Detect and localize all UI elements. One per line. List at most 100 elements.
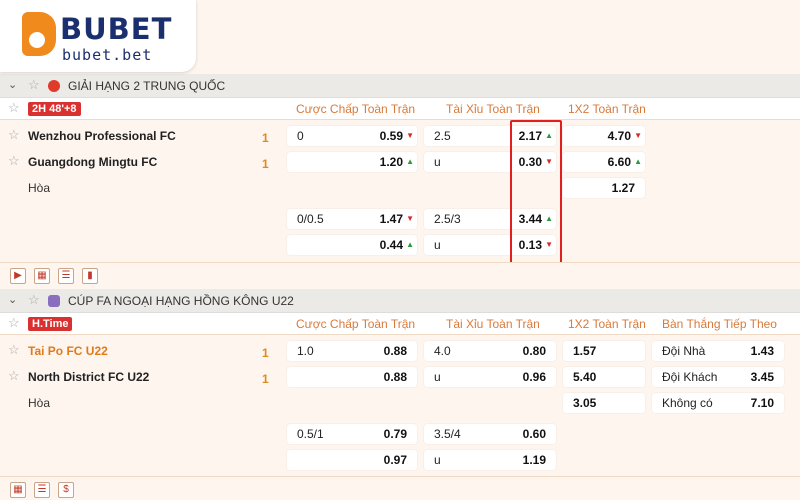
odds-value: 5.40 <box>573 370 597 384</box>
over-under-odds-cell[interactable]: u 1.19 <box>424 450 556 470</box>
brand-domain: bubet.bet <box>62 46 153 64</box>
home-team-name: Wenzhou Professional FC <box>28 129 176 143</box>
x12-odds-cell[interactable]: 5.40 <box>563 367 645 387</box>
over-under-odds-cell[interactable]: 4.0 0.80 <box>424 341 556 361</box>
away-team-name: North District FC U22 <box>28 370 150 384</box>
match-tools-bar: ▶ ▦ ☰ ▮ <box>0 262 800 288</box>
x12-odds-cell[interactable]: 6.60 ▲ <box>563 152 645 172</box>
total-line: 2.5 <box>434 129 451 143</box>
odds-value: 0.79 <box>383 427 407 441</box>
arrow-down-icon: ▼ <box>406 131 414 140</box>
handicap-odds-cell[interactable]: 0.88 <box>287 367 417 387</box>
odds-value: 0.88 <box>383 344 407 358</box>
star-icon[interactable]: ☆ <box>8 100 20 116</box>
star-icon[interactable]: ☆ <box>8 315 20 331</box>
star-icon[interactable]: ☆ <box>28 77 40 93</box>
star-icon[interactable]: ☆ <box>8 342 20 358</box>
away-score: 1 <box>262 372 269 386</box>
total-line: u <box>434 155 441 169</box>
odds-value: 1.19 <box>522 453 546 467</box>
league-header[interactable]: ⌄ ☆ CÚP FA NGOẠI HẠNG HỒNG KÔNG U22 <box>0 289 800 313</box>
handicap-odds-cell[interactable]: 0.97 <box>287 450 417 470</box>
next-goal-odds-cell[interactable]: Đội Nhà 1.43 <box>652 341 784 361</box>
odds-value: 0.96 <box>522 370 546 384</box>
handicap-odds-cell[interactable]: 0.5/1 0.79 <box>287 424 417 444</box>
odds-value: 7.10 <box>750 396 774 410</box>
total-line: 2.5/3 <box>434 212 461 226</box>
odds-value: 0.60 <box>522 427 546 441</box>
star-icon[interactable]: ☆ <box>8 368 20 384</box>
star-icon[interactable]: ☆ <box>28 292 40 308</box>
field-tracker-icon[interactable]: ▦ <box>34 268 50 284</box>
next-goal-odds-cell[interactable]: Không có 7.10 <box>652 393 784 413</box>
league-crest-icon <box>48 295 60 307</box>
draw-label: Hòa <box>28 181 51 195</box>
x12-odds-cell[interactable]: 4.70 ▼ <box>563 126 645 146</box>
col-header-handicap: Cược Chấp Toàn Trận <box>296 317 416 331</box>
odds-value: 0.80 <box>522 344 546 358</box>
handicap-odds-cell[interactable]: 0/0.5 1.47 ▼ <box>287 209 417 229</box>
live-stream-icon[interactable]: ▶ <box>10 268 26 284</box>
x12-odds-cell[interactable]: 1.27 <box>563 178 645 198</box>
next-goal-odds-cell[interactable]: Đội Khách 3.45 <box>652 367 784 387</box>
market-header-row: ☆ H.Time Cược Chấp Toàn Trận Tài Xỉu Toà… <box>0 313 800 335</box>
col-header-handicap: Cược Chấp Toàn Trận <box>296 102 416 116</box>
home-score: 1 <box>262 131 269 145</box>
lineup-icon[interactable]: ☰ <box>34 482 50 498</box>
x12-odds-cell[interactable]: 1.57 <box>563 341 645 361</box>
odds-value: 0.44 <box>379 238 403 252</box>
match-tools-bar: ▦ ☰ $ <box>0 476 800 500</box>
cashout-icon[interactable]: $ <box>58 482 74 498</box>
star-icon[interactable]: ☆ <box>8 127 20 143</box>
brand-name: BUBET <box>60 12 173 46</box>
draw-label: Hòa <box>28 396 51 410</box>
stats-chart-icon[interactable]: ▮ <box>82 268 98 284</box>
handicap-line: 0/0.5 <box>297 212 324 226</box>
odds-value: 1.20 <box>379 155 403 169</box>
next-goal-option: Đội Khách <box>662 370 718 384</box>
odds-value: 6.60 <box>607 155 631 169</box>
odds-value: 1.47 <box>379 212 403 226</box>
col-header-over-under: Tài Xỉu Toàn Trận <box>446 317 540 331</box>
highlight-box <box>510 120 562 279</box>
league-name: CÚP FA NGOẠI HẠNG HỒNG KÔNG U22 <box>68 294 294 308</box>
handicap-odds-cell[interactable]: 1.20 ▲ <box>287 152 417 172</box>
col-header-1x2: 1X2 Toàn Trận <box>568 102 646 116</box>
odds-value: 3.45 <box>750 370 774 384</box>
odds-value: 0.88 <box>383 370 407 384</box>
odds-value: 0.59 <box>379 129 403 143</box>
col-header-next-goal: Bàn Thắng Tiếp Theo <box>662 317 777 331</box>
arrow-up-icon: ▲ <box>634 157 642 166</box>
over-under-odds-cell[interactable]: u 0.96 <box>424 367 556 387</box>
odds-value: 3.05 <box>573 396 597 410</box>
chevron-down-icon[interactable]: ⌄ <box>8 78 17 91</box>
x12-odds-cell[interactable]: 3.05 <box>563 393 645 413</box>
lineup-icon[interactable]: ☰ <box>58 268 74 284</box>
live-status-badge: 2H 48'+8 <box>28 102 81 116</box>
league-flag-icon <box>48 80 60 92</box>
odds-value: 1.27 <box>611 181 635 195</box>
handicap-odds-cell[interactable]: 0.44 ▲ <box>287 235 417 255</box>
col-header-1x2: 1X2 Toàn Trận <box>568 317 646 331</box>
chevron-down-icon[interactable]: ⌄ <box>8 293 17 306</box>
away-score: 1 <box>262 157 269 171</box>
handicap-odds-cell[interactable]: 0 0.59 ▼ <box>287 126 417 146</box>
live-status-badge: H.Time <box>28 317 73 331</box>
league-header[interactable]: ⌄ ☆ GIẢI HẠNG 2 TRUNG QUỐC <box>0 74 800 98</box>
field-tracker-icon[interactable]: ▦ <box>10 482 26 498</box>
next-goal-option: Đội Nhà <box>662 344 706 358</box>
away-team-name: Guangdong Mingtu FC <box>28 155 158 169</box>
handicap-odds-cell[interactable]: 1.0 0.88 <box>287 341 417 361</box>
next-goal-option: Không có <box>662 396 713 410</box>
total-line: u <box>434 238 441 252</box>
total-line: u <box>434 453 441 467</box>
odds-value: 1.43 <box>750 344 774 358</box>
total-line: u <box>434 370 441 384</box>
star-icon[interactable]: ☆ <box>8 153 20 169</box>
home-score: 1 <box>262 346 269 360</box>
soccer-ball-icon <box>27 30 47 50</box>
odds-value: 0.97 <box>383 453 407 467</box>
odds-value: 4.70 <box>607 129 631 143</box>
over-under-odds-cell[interactable]: 3.5/4 0.60 <box>424 424 556 444</box>
brand-logo[interactable]: BUBET bubet.bet <box>0 0 196 72</box>
